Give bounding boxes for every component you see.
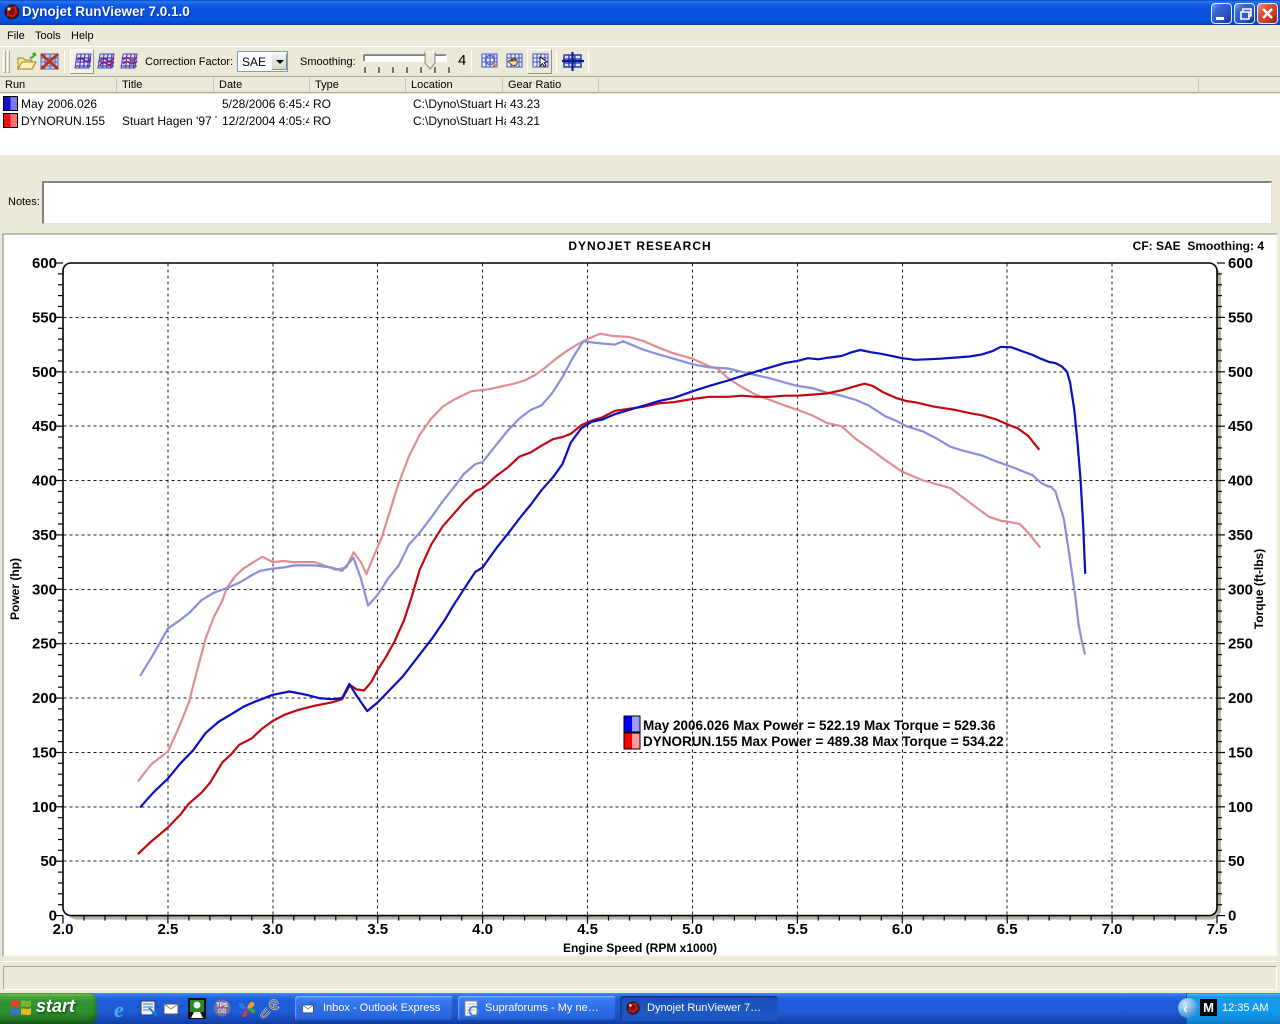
svg-text:600: 600 — [32, 255, 57, 272]
svg-text:400: 400 — [1228, 473, 1253, 490]
svg-text:300: 300 — [1228, 581, 1253, 598]
svg-text:DYNOJET RESEARCH: DYNOJET RESEARCH — [568, 239, 711, 253]
svg-text:5.0: 5.0 — [682, 921, 703, 938]
svg-text:100: 100 — [32, 799, 57, 816]
svg-text:350: 350 — [1228, 527, 1253, 544]
svg-text:500: 500 — [32, 364, 57, 381]
svg-text:2.0: 2.0 — [53, 921, 74, 938]
svg-text:350: 350 — [32, 527, 57, 544]
svg-text:450: 450 — [1228, 418, 1253, 435]
svg-text:250: 250 — [1228, 636, 1253, 653]
svg-text:500: 500 — [1228, 364, 1253, 381]
svg-text:7.0: 7.0 — [1102, 921, 1123, 938]
svg-text:2.5: 2.5 — [157, 921, 178, 938]
svg-text:0: 0 — [1228, 908, 1236, 925]
svg-text:450: 450 — [32, 418, 57, 435]
svg-text:400: 400 — [32, 473, 57, 490]
svg-text:550: 550 — [32, 309, 57, 326]
svg-text:300: 300 — [32, 581, 57, 598]
svg-text:5.5: 5.5 — [787, 921, 808, 938]
svg-text:7.5: 7.5 — [1207, 921, 1228, 938]
svg-text:6.5: 6.5 — [997, 921, 1018, 938]
svg-text:DYNORUN.155 Max Power = 489.38: DYNORUN.155 Max Power = 489.38 Max Torqu… — [643, 734, 1004, 749]
svg-text:6.0: 6.0 — [892, 921, 913, 938]
svg-text:100: 100 — [1228, 799, 1253, 816]
svg-text:May 2006.026 Max Power = 522.1: May 2006.026 Max Power = 522.19 Max Torq… — [643, 718, 996, 733]
svg-text:200: 200 — [1228, 690, 1253, 707]
svg-text:Power (hp): Power (hp) — [8, 558, 22, 620]
svg-text:Engine Speed (RPM x1000): Engine Speed (RPM x1000) — [563, 941, 717, 955]
svg-text:550: 550 — [1228, 309, 1253, 326]
svg-text:150: 150 — [1228, 745, 1253, 762]
svg-text:3.5: 3.5 — [367, 921, 388, 938]
svg-text:Torque (ft-lbs): Torque (ft-lbs) — [1252, 549, 1266, 629]
svg-text:3.0: 3.0 — [262, 921, 283, 938]
svg-text:4.0: 4.0 — [472, 921, 493, 938]
svg-text:CF: SAE Smoothing: 4: CF: SAE Smoothing: 4 — [1133, 239, 1265, 253]
svg-text:150: 150 — [32, 745, 57, 762]
svg-text:200: 200 — [32, 690, 57, 707]
svg-text:4.5: 4.5 — [577, 921, 598, 938]
svg-text:600: 600 — [1228, 255, 1253, 272]
svg-text:50: 50 — [1228, 853, 1245, 870]
svg-text:50: 50 — [40, 853, 57, 870]
svg-text:250: 250 — [32, 636, 57, 653]
svg-text:GB: GB — [218, 1009, 228, 1015]
